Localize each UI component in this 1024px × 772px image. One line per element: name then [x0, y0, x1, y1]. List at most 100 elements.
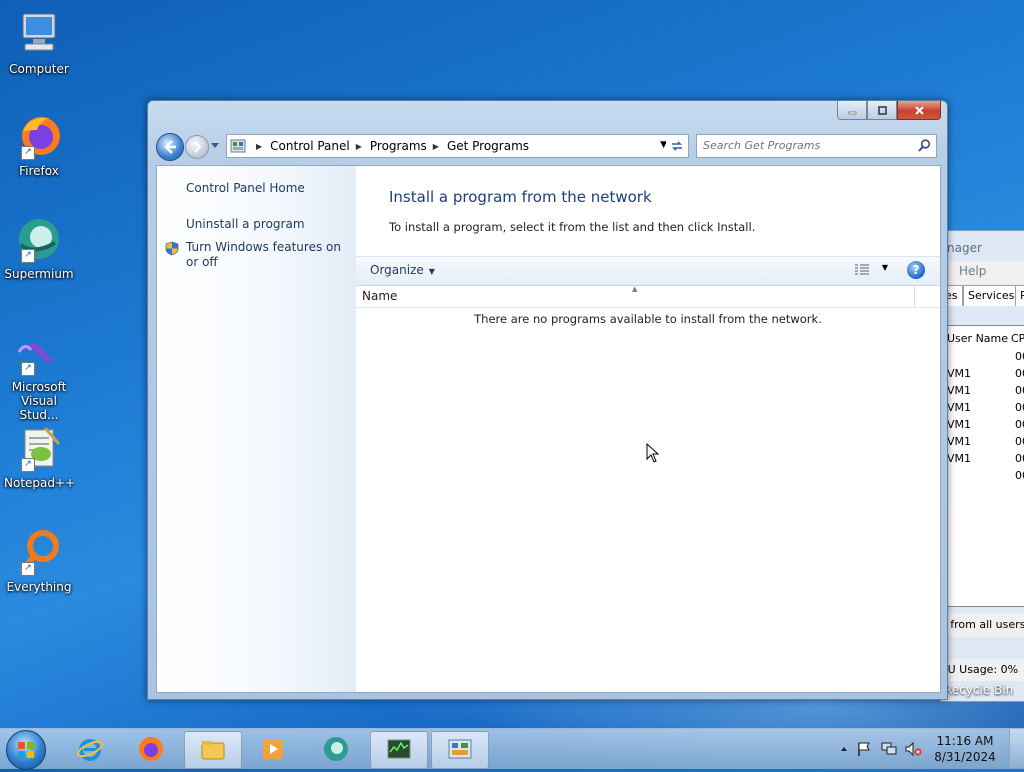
- system-clock[interactable]: 11:16 AM 8/31/2024: [932, 733, 998, 765]
- back-arrow-icon: [164, 140, 176, 154]
- task-manager-process-list[interactable]: User Name CP 00 VM1 00 VM1 00 VM1 00 VM1 00 VM1 00…: [946, 325, 1024, 607]
- uninstall-program-link[interactable]: Uninstall a program: [186, 217, 305, 232]
- process-row-user[interactable]: VM1: [947, 452, 971, 465]
- process-row-cpu[interactable]: 00: [1015, 367, 1024, 380]
- organize-label: Organize: [370, 263, 424, 277]
- breadcrumb-separator-icon[interactable]: ▶: [256, 142, 262, 151]
- help-button[interactable]: ?: [907, 261, 925, 279]
- taskbar: 11:16 AM 8/31/2024: [0, 728, 1024, 770]
- breadcrumb-control-panel[interactable]: Control Panel: [270, 139, 350, 153]
- column-header-cpu[interactable]: CP: [1011, 332, 1024, 345]
- process-row-user[interactable]: VM1: [947, 418, 971, 431]
- address-bar[interactable]: ▶ Control Panel ▶ Programs ▶ Get Program…: [226, 134, 672, 158]
- get-programs-window[interactable]: ▶ Control Panel ▶ Programs ▶ Get Program…: [147, 100, 948, 700]
- process-row-cpu[interactable]: 00: [1015, 469, 1024, 482]
- desktop-icon-visual-studio[interactable]: ↗ Microsoft Visual Stud...: [4, 328, 74, 422]
- empty-list-message: There are no programs available to insta…: [474, 312, 822, 326]
- process-row-user[interactable]: VM1: [947, 435, 971, 448]
- chevron-down-icon: ▼: [428, 267, 435, 276]
- task-manager-window[interactable]: nager Help es Services P User Name CP 00…: [940, 230, 1024, 702]
- everything-search-icon: ↗: [15, 528, 63, 576]
- clock-date: 8/31/2024: [934, 750, 996, 764]
- show-desktop-button[interactable]: [1009, 729, 1024, 768]
- refresh-button[interactable]: [666, 134, 689, 158]
- cpu-usage-status: PU Usage: 0%: [941, 659, 1024, 681]
- taskbar-media-player[interactable]: [245, 731, 301, 767]
- view-dropdown-icon[interactable]: ▼: [882, 263, 888, 272]
- task-manager-menu-help[interactable]: Help: [941, 261, 1024, 281]
- desktop-icon-computer[interactable]: Computer: [4, 10, 74, 76]
- taskbar-file-explorer[interactable]: [184, 731, 242, 769]
- desktop-icon-label: Microsoft Visual Stud...: [11, 380, 67, 422]
- task-manager-tab-performance[interactable]: P: [1015, 285, 1024, 306]
- breadcrumb-programs[interactable]: Programs: [370, 139, 427, 153]
- process-row-cpu[interactable]: 00: [1015, 384, 1024, 397]
- process-row-cpu[interactable]: 00: [1015, 435, 1024, 448]
- desktop-icon-label: Everything: [6, 580, 72, 594]
- show-hidden-icons-icon[interactable]: [840, 745, 848, 753]
- process-row-cpu[interactable]: 00: [1015, 401, 1024, 414]
- process-row-cpu[interactable]: 00: [1015, 350, 1024, 363]
- breadcrumb-separator-icon[interactable]: ▶: [433, 142, 439, 151]
- breadcrumb-separator-icon[interactable]: ▶: [356, 142, 362, 151]
- clock-time: 11:16 AM: [936, 734, 994, 748]
- desktop-icon-notepadpp[interactable]: ↗ Notepad++: [4, 424, 75, 490]
- taskbar-control-panel[interactable]: [431, 731, 489, 769]
- process-row-user[interactable]: VM1: [947, 367, 971, 380]
- desktop-icon-recycle-bin-label[interactable]: Recycle Bin: [944, 683, 1013, 697]
- taskbar-supermium[interactable]: [308, 731, 364, 767]
- organize-button[interactable]: Organize ▼: [370, 263, 435, 277]
- sort-ascending-icon: ▲: [632, 285, 638, 293]
- close-button[interactable]: [897, 101, 941, 120]
- process-row-user[interactable]: VM1: [947, 401, 971, 414]
- recent-pages-dropdown-icon[interactable]: [210, 140, 220, 150]
- taskbar-task-manager[interactable]: [370, 731, 428, 769]
- taskbar-internet-explorer[interactable]: [62, 731, 118, 767]
- breadcrumb-get-programs[interactable]: Get Programs: [447, 139, 529, 153]
- firefox-icon: [139, 737, 163, 761]
- back-button[interactable]: [156, 133, 184, 161]
- mouse-cursor-icon: [646, 443, 660, 463]
- column-header-user-name[interactable]: User Name: [947, 332, 1008, 345]
- process-row-user[interactable]: VM1: [947, 384, 971, 397]
- volume-muted-icon[interactable]: [904, 741, 922, 757]
- task-manager-icon: [387, 739, 411, 759]
- shortcut-arrow-icon: ↗: [21, 562, 35, 576]
- minimize-button[interactable]: [837, 101, 867, 120]
- forward-button[interactable]: [185, 135, 209, 159]
- task-manager-tabs: es Services P: [941, 281, 1024, 306]
- system-tray: 11:16 AM 8/31/2024: [834, 729, 1024, 769]
- task-pane: Control Panel Home Uninstall a program T…: [157, 166, 356, 692]
- view-options-icon[interactable]: [854, 264, 870, 276]
- shortcut-arrow-icon: ↗: [21, 146, 35, 160]
- action-center-flag-icon[interactable]: [856, 741, 872, 757]
- desktop-icon-firefox[interactable]: ↗ Firefox: [4, 112, 74, 178]
- process-row-cpu[interactable]: 00: [1015, 418, 1024, 431]
- computer-icon: [15, 10, 63, 58]
- process-row-cpu[interactable]: 00: [1015, 452, 1024, 465]
- shortcut-arrow-icon: ↗: [21, 458, 35, 472]
- desktop-icon-label: Firefox: [19, 164, 59, 178]
- supermium-icon: [324, 737, 348, 761]
- desktop-icon-everything[interactable]: ↗ Everything: [4, 528, 74, 594]
- search-input[interactable]: [697, 135, 909, 155]
- column-header-row: Name ▲: [356, 285, 940, 308]
- search-icon[interactable]: [918, 139, 931, 152]
- close-icon: [914, 105, 924, 115]
- control-panel-home-link[interactable]: Control Panel Home: [186, 181, 305, 196]
- maximize-button[interactable]: [867, 101, 897, 120]
- turn-windows-features-link[interactable]: Turn Windows features on or off: [186, 240, 346, 270]
- taskbar-firefox[interactable]: [123, 731, 179, 767]
- show-all-users-button[interactable]: s from all users: [941, 613, 1024, 637]
- media-player-icon: [263, 739, 283, 759]
- maximize-icon: [877, 105, 887, 115]
- start-button[interactable]: [6, 730, 46, 770]
- visual-studio-icon: ↗: [15, 328, 63, 376]
- desktop-icon-supermium[interactable]: ↗ Supermium: [4, 215, 74, 281]
- firefox-icon: ↗: [15, 112, 63, 160]
- network-icon[interactable]: [880, 741, 898, 757]
- task-manager-tab-services[interactable]: Services: [963, 285, 1020, 306]
- notepadpp-icon: ↗: [15, 424, 63, 472]
- search-box[interactable]: [696, 134, 937, 158]
- shortcut-arrow-icon: ↗: [21, 362, 35, 376]
